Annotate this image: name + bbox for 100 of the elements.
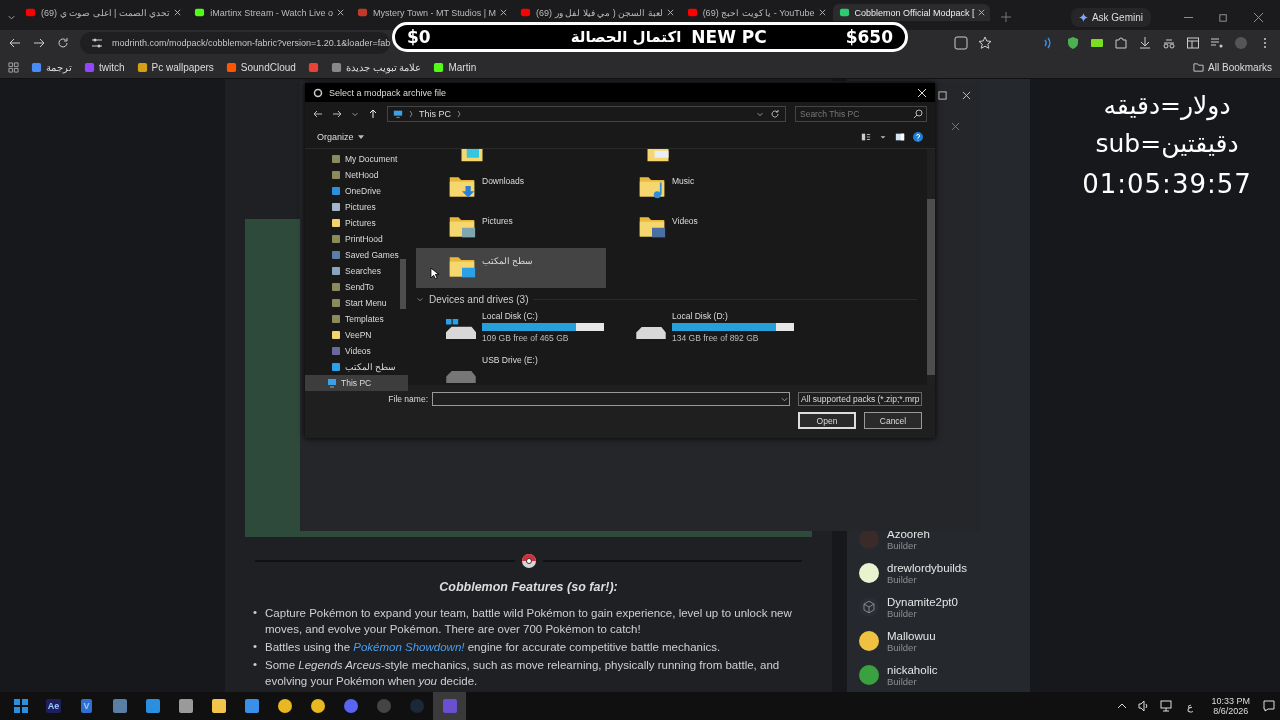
bookmark[interactable]: SoundCloud [225, 61, 296, 73]
nav-item[interactable]: This PC [305, 375, 408, 391]
nav-item[interactable]: Templates [305, 311, 408, 327]
browser-tab[interactable]: Cobblemon Official Modpack [ [832, 4, 991, 21]
bookmark[interactable]: ترجمة [31, 61, 72, 73]
member-name[interactable]: nickaholic [887, 663, 938, 676]
file-name-field[interactable] [432, 392, 790, 406]
browser-tab[interactable]: Mystery Town - MT Studios | M [351, 4, 513, 21]
nav-item[interactable]: OneDrive [305, 183, 408, 199]
scrollbar-thumb[interactable] [400, 259, 406, 309]
back-icon[interactable] [8, 36, 22, 50]
browser-tab[interactable]: (69) يا كويت احبج - YouTube [680, 4, 831, 21]
folder-item[interactable]: Videos [606, 208, 796, 248]
caret-icon[interactable] [879, 133, 887, 141]
bookmark[interactable]: Martin [433, 61, 477, 73]
close-icon[interactable] [977, 8, 987, 17]
search-field[interactable]: Search This PC [795, 106, 927, 122]
incognito-icon[interactable] [1162, 36, 1176, 50]
close-icon[interactable] [336, 8, 346, 17]
drive-item[interactable]: Local Disk (D:) 134 GB free of 892 GB [606, 311, 796, 355]
scrollbar-thumb[interactable] [927, 199, 935, 375]
help-icon[interactable] [913, 132, 923, 142]
apps-icon[interactable] [8, 61, 19, 73]
bookmark[interactable]: Pc wallpapers [136, 61, 214, 73]
breadcrumb-item[interactable]: This PC [419, 109, 451, 119]
view-options-icon[interactable] [861, 132, 871, 142]
bookmark-icon [84, 61, 95, 73]
folder-item[interactable]: Downloads [416, 168, 606, 208]
shield-icon[interactable] [1066, 36, 1080, 50]
restore-icon[interactable] [1218, 11, 1229, 23]
reload-icon[interactable] [56, 36, 70, 50]
refresh-icon[interactable] [770, 109, 780, 119]
clock[interactable]: 10:33 PM 8/6/2026 [1211, 696, 1250, 716]
nav-item[interactable]: Pictures [305, 215, 408, 231]
app-icon [111, 698, 128, 714]
organize-button[interactable]: Organize [317, 132, 364, 142]
nav-item[interactable]: Searches [305, 263, 408, 279]
nav-item[interactable]: NetHood [305, 167, 408, 183]
browser-tab[interactable]: (69) تحدي الصمت | اعلى صوت ي [19, 4, 187, 21]
all-bookmarks-button[interactable]: All Bookmarks [1193, 61, 1272, 73]
breadcrumb-bar[interactable]: This PC [387, 106, 786, 122]
bookmark[interactable] [307, 61, 319, 73]
caret-icon[interactable] [781, 397, 788, 402]
nav-item[interactable]: سطح المكتب [305, 359, 408, 375]
maximize-icon[interactable] [938, 91, 947, 100]
nav-item[interactable]: Videos [305, 343, 408, 359]
close-icon[interactable] [499, 8, 509, 17]
chevron-icon[interactable] [416, 295, 424, 304]
star-icon[interactable] [978, 36, 992, 50]
network-icon[interactable] [1160, 700, 1173, 712]
browser-tab[interactable]: (69) لعبة السجن ( مي فيلا لفل ور [514, 4, 679, 21]
forward-icon[interactable] [32, 36, 46, 50]
sidebar-icon[interactable] [1186, 36, 1200, 50]
download-icon[interactable] [1138, 36, 1152, 50]
folder-item[interactable]: سطح المكتب [416, 248, 606, 288]
chevron-icon[interactable] [457, 110, 461, 118]
extension-icon[interactable] [1090, 36, 1104, 50]
back-icon[interactable] [313, 109, 323, 119]
caret-icon[interactable] [756, 110, 764, 118]
member-name[interactable]: drewlordybuilds [887, 561, 967, 574]
nav-item[interactable]: SendTo [305, 279, 408, 295]
nav-item[interactable]: VeePN [305, 327, 408, 343]
browser-tab[interactable]: iMartinx Stream - Watch Live o [188, 4, 350, 21]
avatar[interactable] [859, 631, 879, 651]
nav-item[interactable]: Start Menu [305, 295, 408, 311]
site-info-icon[interactable] [90, 36, 104, 50]
ask-gemini-button[interactable]: Ask Gemini [1070, 7, 1151, 27]
mouse-cursor-icon [430, 267, 439, 280]
member-name[interactable]: Mallowuu [887, 629, 936, 642]
nav-item[interactable]: Pictures [305, 199, 408, 215]
close-icon[interactable] [665, 8, 675, 17]
folder-item[interactable]: Pictures [416, 208, 606, 248]
taskbar-app[interactable]: Ae [37, 692, 70, 720]
close-icon[interactable] [817, 8, 827, 17]
address-bar[interactable]: modrinth.com/modpack/cobblemon-fabric?version=1.20.1&loader=fab [80, 32, 390, 54]
close-icon[interactable] [173, 8, 183, 17]
preview-pane-icon[interactable] [895, 132, 905, 142]
open-button[interactable]: Open [798, 412, 856, 429]
showdown-link[interactable]: Pokémon Showdown! [353, 641, 465, 653]
bookmark[interactable]: twitch [84, 61, 125, 73]
nav-item[interactable]: My Document [305, 151, 408, 167]
puzzle-icon[interactable] [1114, 36, 1128, 50]
language-indicator[interactable]: ع [1187, 700, 1194, 712]
file-type-dropdown[interactable]: All supported packs (*.zip;*.mrp [798, 392, 922, 406]
nav-item[interactable]: PrintHood [305, 231, 408, 247]
bookmark[interactable]: علامة تبويب جديدة [330, 61, 422, 73]
nav-item[interactable]: Saved Games [305, 247, 408, 263]
avatar[interactable] [859, 563, 879, 583]
new-tab-icon[interactable] [1000, 11, 1013, 23]
up-icon[interactable] [368, 109, 378, 119]
drive-item[interactable]: Local Disk (C:) 109 GB free of 465 GB [416, 311, 606, 355]
caret-icon[interactable] [351, 110, 359, 118]
cancel-button[interactable]: Cancel [864, 412, 922, 429]
folder-item[interactable]: Music [606, 168, 796, 208]
close-icon[interactable] [962, 91, 971, 100]
forward-icon[interactable] [332, 109, 342, 119]
member-name[interactable]: Dynamite2pt0 [887, 595, 958, 608]
member-name[interactable]: Azooreh [887, 527, 930, 540]
media-icon[interactable] [1210, 36, 1224, 50]
notification-icon[interactable] [1263, 700, 1275, 712]
